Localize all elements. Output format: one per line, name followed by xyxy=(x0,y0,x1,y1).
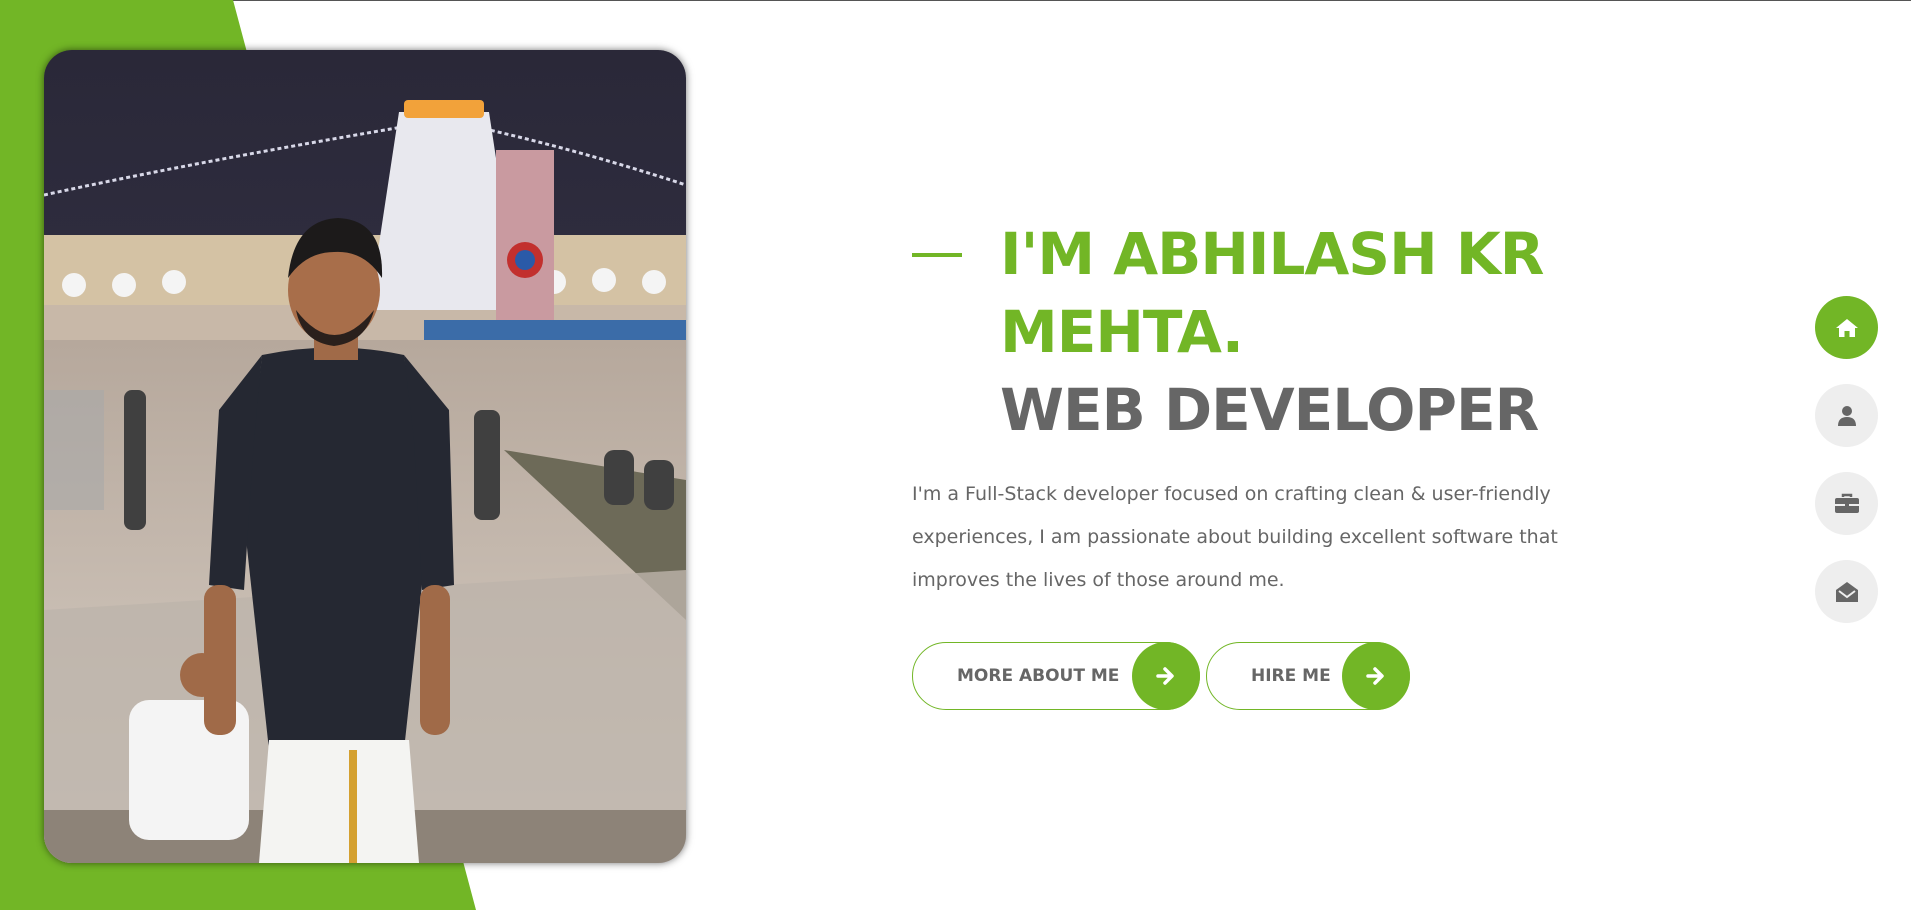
nav-contact[interactable] xyxy=(1815,560,1878,623)
hire-me-label: HIRE ME xyxy=(1251,666,1331,686)
arrow-right-icon xyxy=(1132,642,1200,710)
nav-home[interactable] xyxy=(1815,296,1878,359)
intro-section: I'M ABHILASH KR MEHTA. WEB DEVELOPER I'm… xyxy=(912,215,1572,710)
more-about-me-label: MORE ABOUT ME xyxy=(957,666,1120,686)
name-line-2: MEHTA. xyxy=(1000,298,1244,366)
title-dash xyxy=(912,253,962,257)
briefcase-icon xyxy=(1834,493,1859,513)
envelope-open-icon xyxy=(1835,581,1858,602)
hire-me-button[interactable]: HIRE ME xyxy=(1206,642,1410,710)
name-line-1: I'M ABHILASH KR xyxy=(1000,220,1544,288)
home-icon xyxy=(1835,318,1858,337)
nav-portfolio[interactable] xyxy=(1815,472,1878,535)
user-icon xyxy=(1837,405,1856,426)
nav-about[interactable] xyxy=(1815,384,1878,447)
bio-text: I'm a Full-Stack developer focused on cr… xyxy=(912,483,1558,591)
role-title: WEB DEVELOPER xyxy=(1000,376,1539,444)
profile-photo xyxy=(44,50,686,863)
side-navigation xyxy=(1815,296,1878,623)
arrow-right-icon xyxy=(1342,642,1410,710)
headline: I'M ABHILASH KR MEHTA. WEB DEVELOPER xyxy=(1000,215,1572,449)
more-about-me-button[interactable]: MORE ABOUT ME xyxy=(912,642,1200,710)
cta-buttons: MORE ABOUT ME HIRE ME xyxy=(912,642,1572,710)
top-rule xyxy=(0,0,1911,1)
